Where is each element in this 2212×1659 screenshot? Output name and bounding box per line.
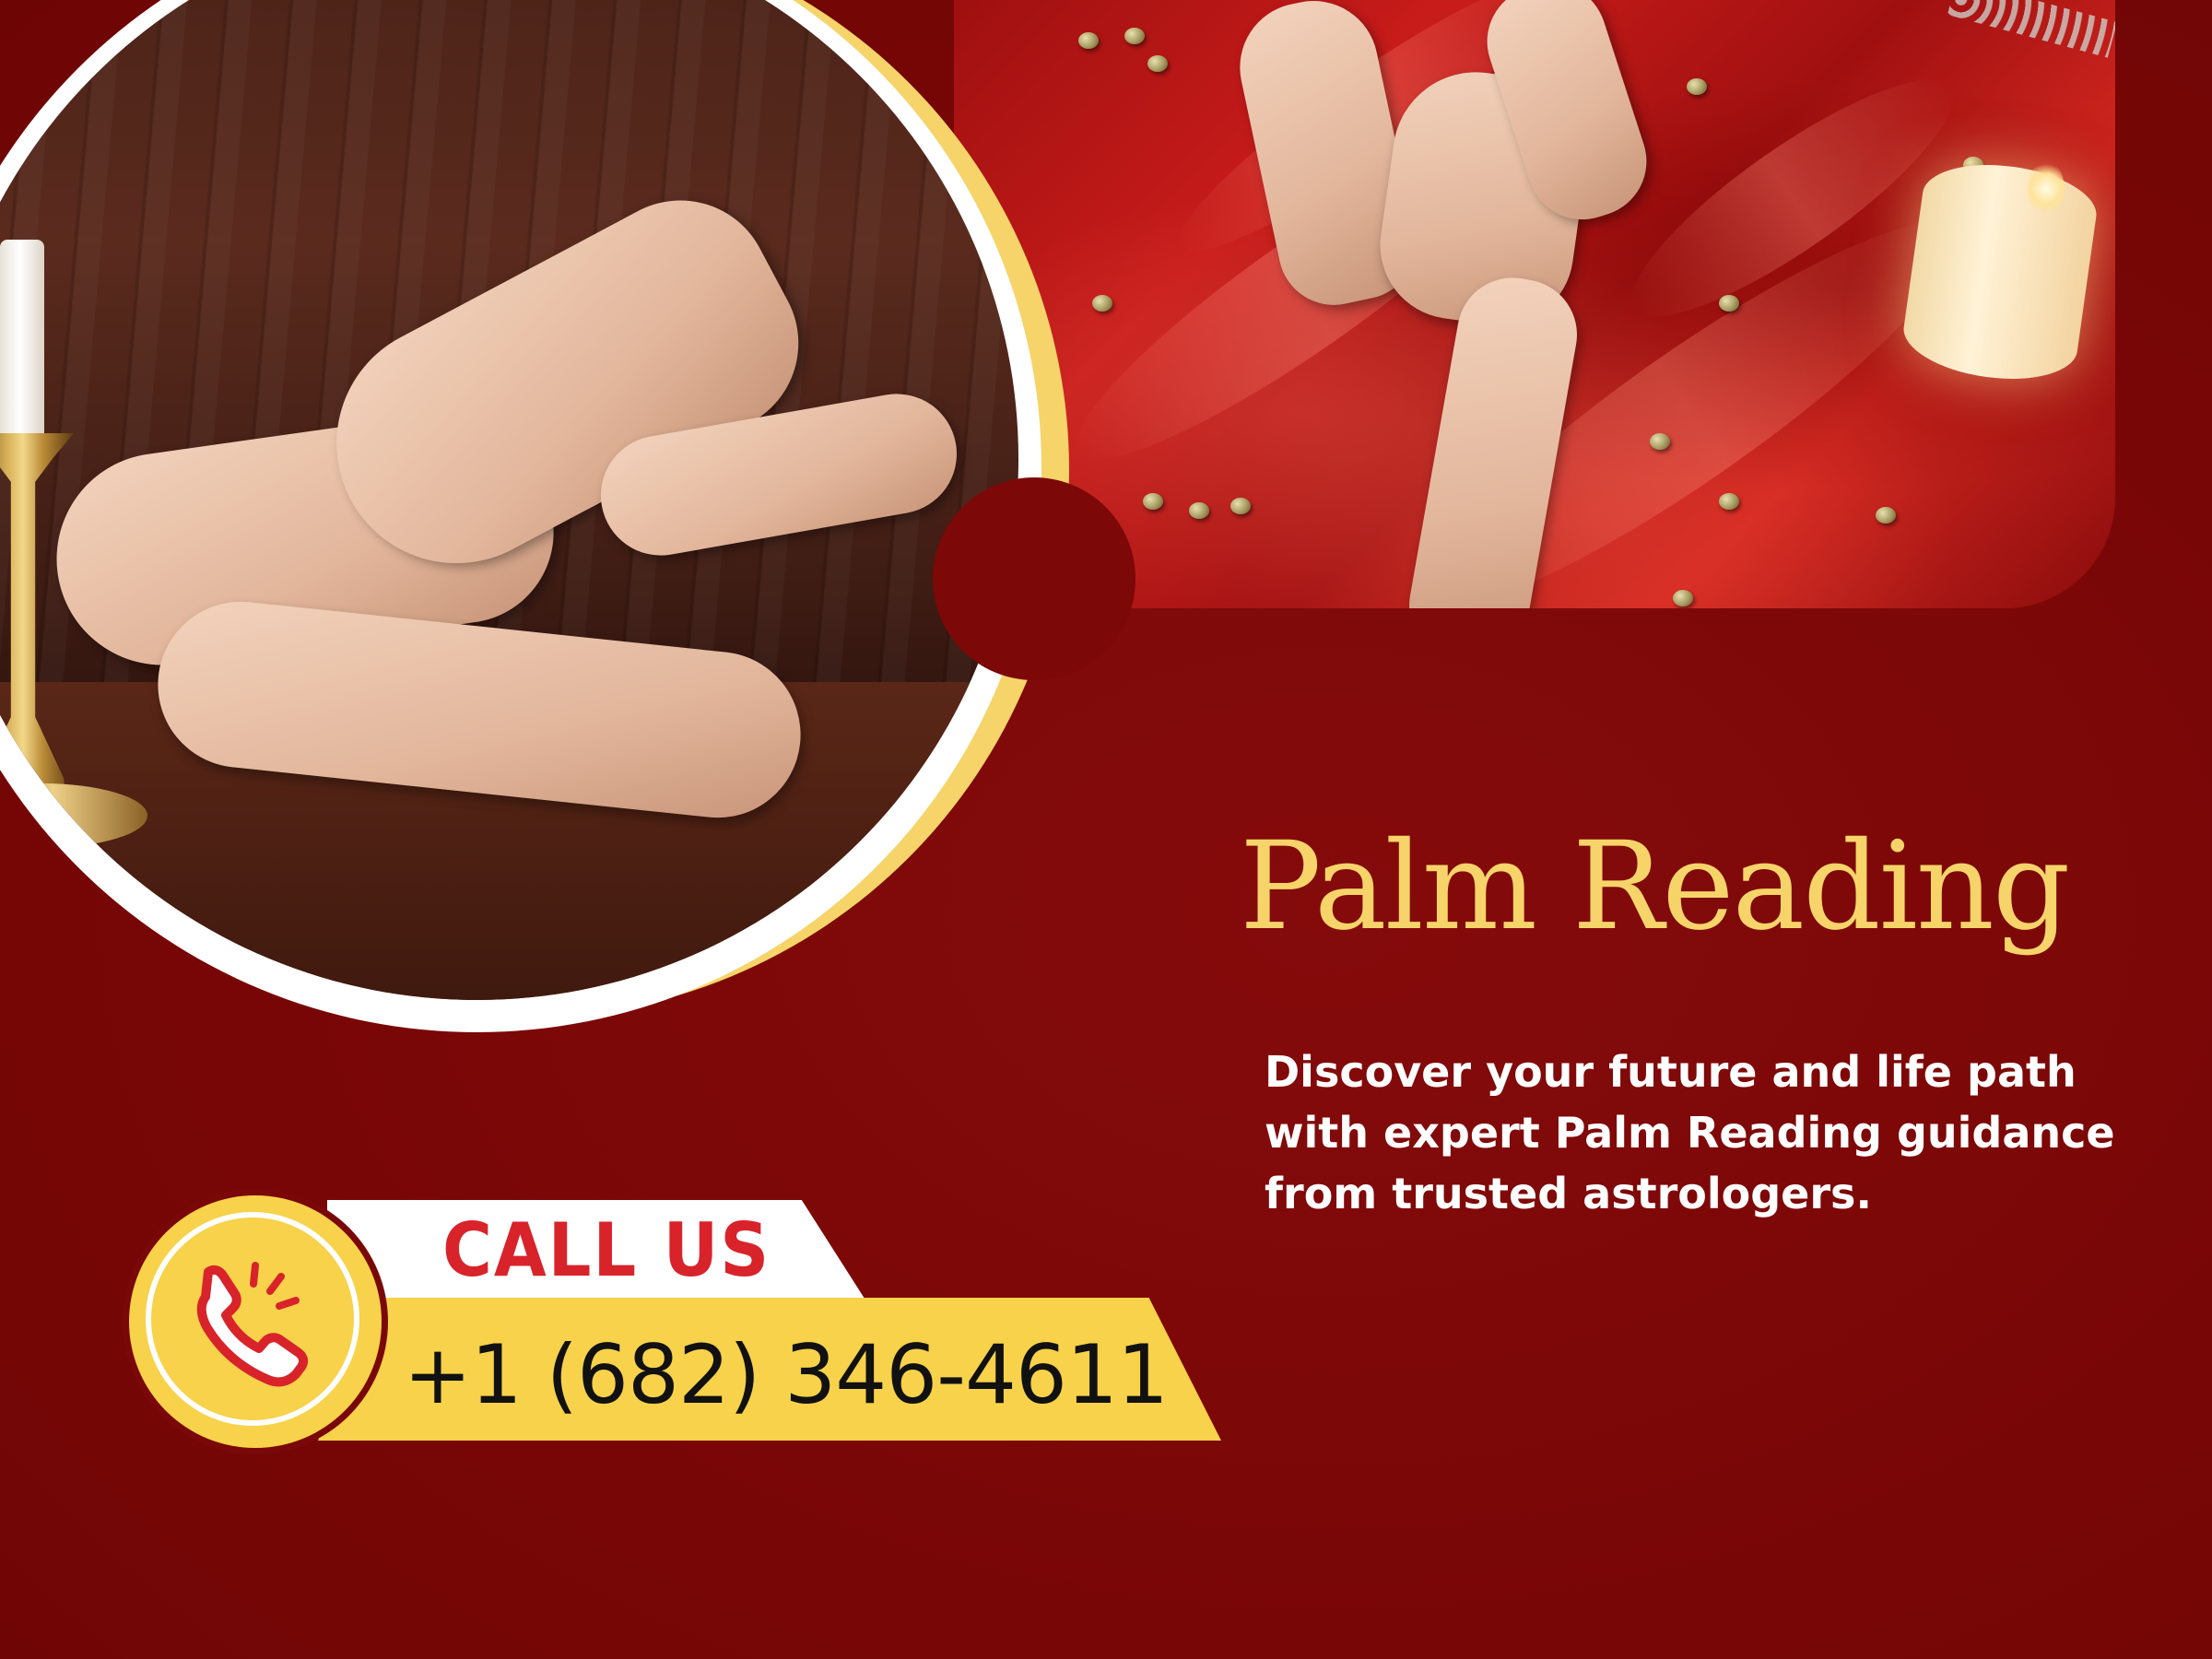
phone-ringing-icon[interactable] xyxy=(180,1249,327,1396)
palm-reading-banner: Palm Reading Discover your future and li… xyxy=(0,0,2212,1659)
palm-reading-hands-photo xyxy=(0,0,1018,1000)
page-title: Palm Reading xyxy=(1240,816,2070,958)
phone-number[interactable]: +1 (682) 346-4611 xyxy=(404,1327,1169,1422)
description-text: Discover your future and life path with … xyxy=(1265,1047,2115,1218)
decorative-notch xyxy=(933,477,1135,680)
palm-reading-red-satin-photo xyxy=(954,0,2115,608)
call-us-label: CALL US xyxy=(442,1207,771,1293)
